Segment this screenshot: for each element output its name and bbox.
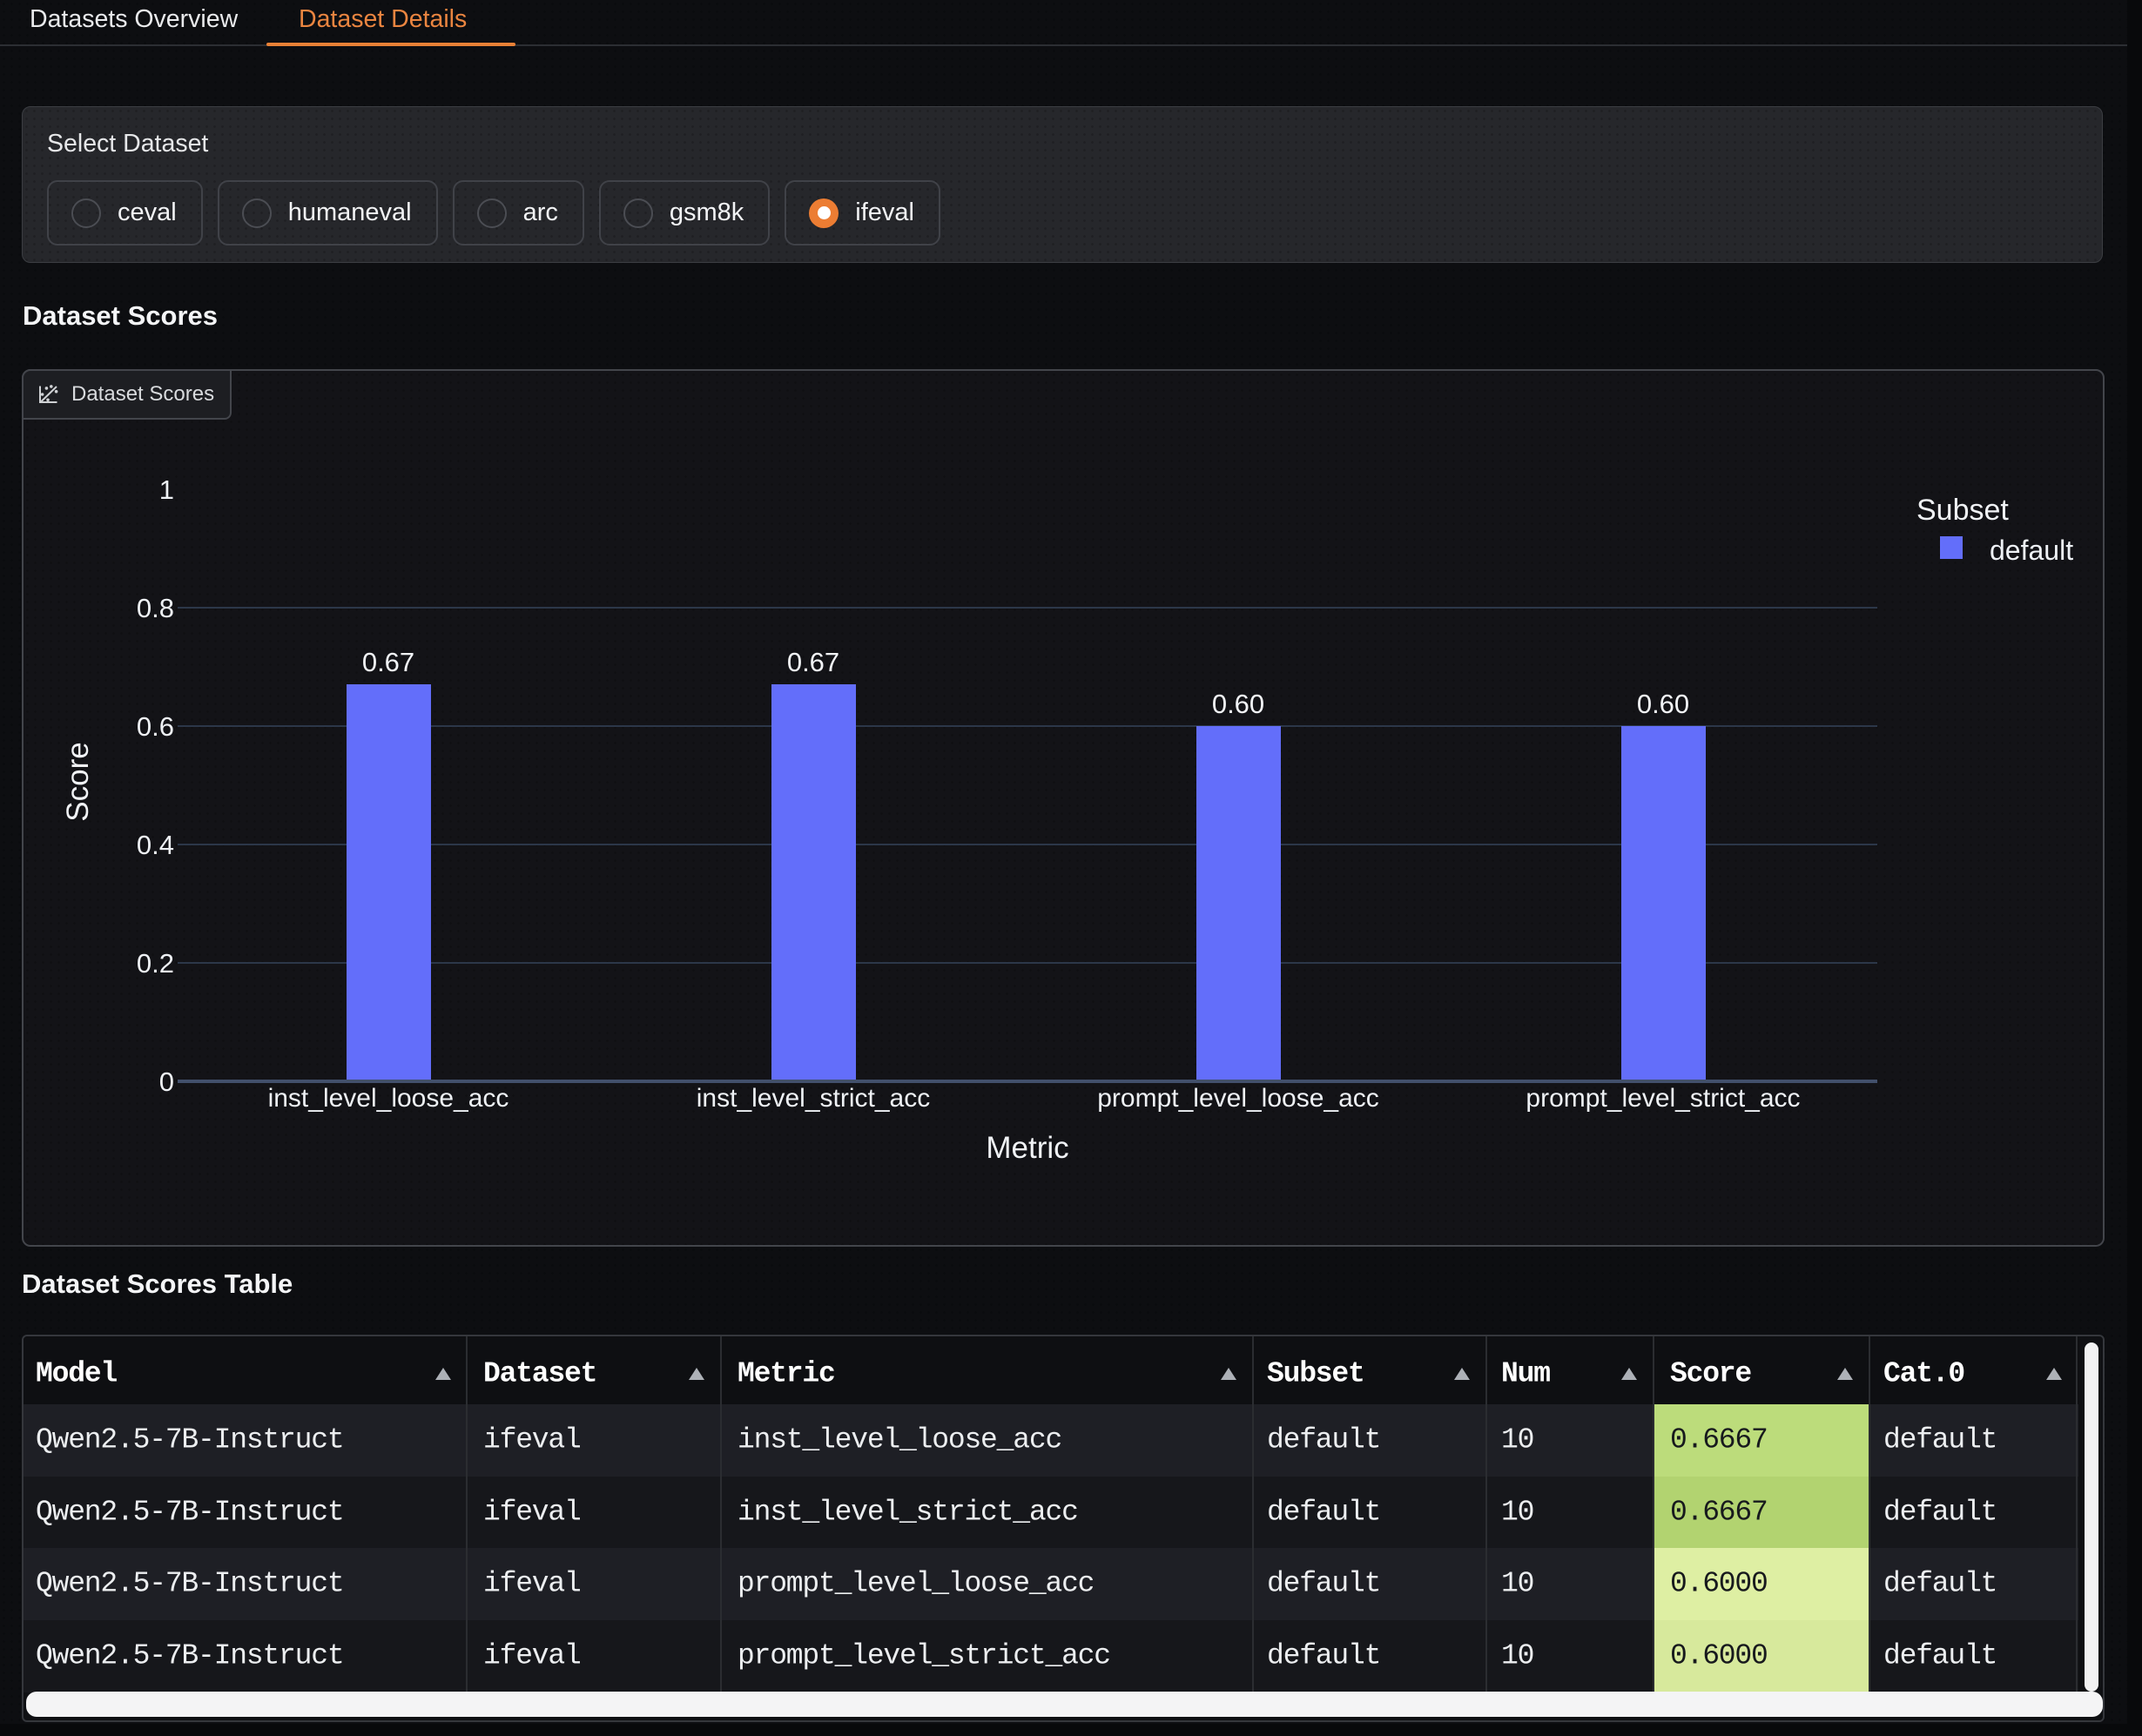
svg-text:0.4: 0.4: [137, 830, 174, 860]
svg-text:0.60: 0.60: [1212, 689, 1264, 719]
svg-text:0.60: 0.60: [1637, 689, 1689, 719]
svg-text:prompt_level_loose_acc: prompt_level_loose_acc: [1097, 1084, 1379, 1113]
svg-text:0.2: 0.2: [137, 948, 174, 979]
svg-text:inst_level_loose_acc: inst_level_loose_acc: [268, 1084, 509, 1113]
svg-text:1: 1: [159, 474, 174, 505]
svg-text:0.67: 0.67: [362, 647, 414, 677]
svg-text:prompt_level_strict_acc: prompt_level_strict_acc: [1526, 1084, 1800, 1113]
svg-text:0: 0: [159, 1066, 174, 1097]
svg-text:0.67: 0.67: [787, 647, 839, 677]
svg-text:Subset: Subset: [1916, 494, 2009, 527]
svg-text:inst_level_strict_acc: inst_level_strict_acc: [697, 1084, 930, 1113]
svg-text:0.8: 0.8: [137, 593, 174, 623]
svg-text:default: default: [1990, 535, 2073, 566]
svg-text:Metric: Metric: [986, 1131, 1068, 1165]
svg-text:0.6: 0.6: [137, 711, 174, 742]
svg-text:Score: Score: [61, 742, 95, 821]
